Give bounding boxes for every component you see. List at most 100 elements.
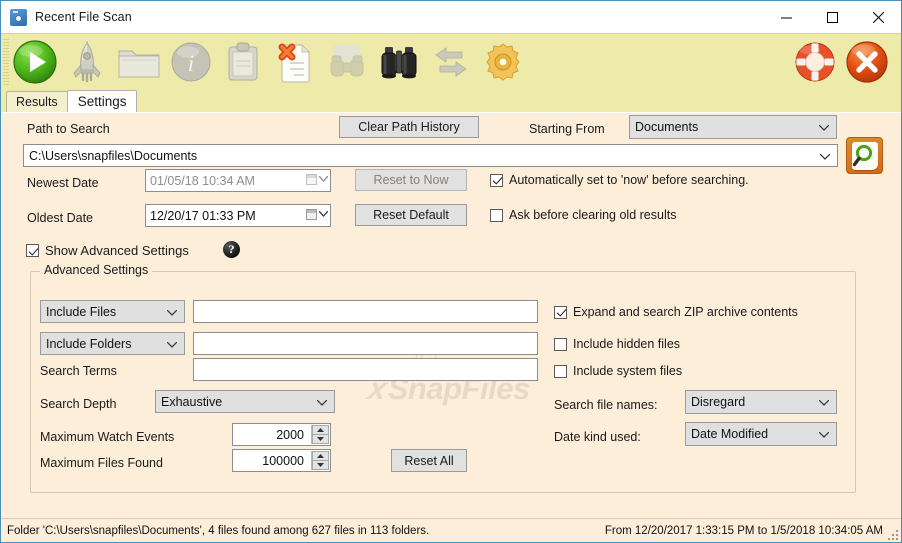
chevron-down-icon [819, 432, 829, 438]
chevron-down-icon [167, 341, 177, 348]
document-delete-icon [278, 43, 310, 83]
ask-before-clearing-checkbox[interactable]: Ask before clearing old results [490, 208, 676, 222]
close-button[interactable] [855, 1, 901, 33]
reset-all-button[interactable]: Reset All [391, 449, 467, 472]
include-folders-value: Include Folders [46, 336, 132, 351]
clear-path-history-button[interactable]: Clear Path History [339, 116, 479, 138]
auto-set-now-checkbox[interactable]: Automatically set to 'now' before search… [490, 173, 749, 187]
expand-zip-checkbox[interactable]: Expand and search ZIP archive contents [554, 305, 798, 319]
toolbar-open-folder-button[interactable] [113, 36, 165, 88]
toolbar-clipboard-button[interactable] [217, 36, 269, 88]
chevron-down-icon [317, 399, 327, 406]
oldest-date-picker[interactable] [306, 208, 328, 220]
window-title: Recent File Scan [35, 10, 132, 24]
toolbar-swap-button[interactable] [425, 36, 477, 88]
app-icon [10, 8, 27, 26]
advanced-settings-group-title: Advanced Settings [40, 263, 153, 277]
include-files-dropdown[interactable]: Include Files [40, 300, 185, 323]
starting-from-dropdown[interactable]: Documents [629, 115, 837, 139]
show-advanced-settings-checkbox[interactable]: Show Advanced Settings [26, 243, 189, 258]
clipboard-icon [228, 42, 258, 81]
settings-panel: © xSnapFiles Path to Search Clear Path H… [1, 112, 901, 518]
checkbox-box [490, 208, 503, 222]
chevron-up-icon [317, 454, 324, 458]
max-files-found-label: Maximum Files Found [40, 456, 163, 470]
toolbar-settings-button[interactable] [477, 36, 529, 88]
toolbar-watch-disabled-button[interactable] [321, 36, 373, 88]
search-terms-input[interactable] [193, 358, 538, 381]
red-x-circle-icon [846, 41, 888, 83]
include-folders-input[interactable] [193, 332, 538, 355]
svg-text:i: i [188, 51, 194, 76]
start-search-button[interactable] [846, 137, 883, 174]
checkbox-box [490, 173, 503, 187]
maximize-icon [826, 11, 838, 23]
oldest-date-field[interactable]: 12/20/17 01:33 PM [145, 204, 331, 227]
spinner-up-button[interactable] [312, 425, 329, 434]
chevron-down-icon [319, 176, 328, 182]
tab-settings[interactable]: Settings [66, 90, 138, 112]
include-files-input[interactable] [193, 300, 538, 323]
oldest-date-label: Oldest Date [27, 211, 94, 225]
toolbar-quick-launch-button[interactable] [61, 36, 113, 88]
spinner-down-button[interactable] [312, 460, 329, 470]
toolbar-info-button[interactable]: i [165, 36, 217, 88]
spinner-down-button[interactable] [312, 434, 329, 444]
toolbar-clear-results-button[interactable] [269, 36, 321, 88]
maximize-button[interactable] [809, 1, 855, 33]
spinner-buttons[interactable] [311, 425, 329, 444]
minimize-icon [780, 17, 792, 18]
max-watch-events-value: 2000 [276, 427, 304, 442]
tab-results[interactable]: Results [6, 91, 68, 112]
search-paper-bg [851, 141, 878, 170]
status-right-text: From 12/20/2017 1:33:15 PM to 1/5/2018 1… [604, 524, 883, 537]
auto-set-now-label: Automatically set to 'now' before search… [509, 173, 749, 187]
search-depth-dropdown[interactable]: Exhaustive [155, 390, 335, 413]
search-depth-label: Search Depth [40, 397, 117, 411]
starting-from-value: Documents [635, 120, 699, 134]
include-system-files-label: Include system files [573, 364, 683, 378]
chevron-down-icon [319, 211, 328, 217]
date-kind-used-dropdown[interactable]: Date Modified [685, 422, 837, 446]
search-file-names-label: Search file names: [554, 398, 658, 412]
title-bar: Recent File Scan [1, 1, 901, 33]
checkbox-box [554, 337, 567, 351]
minimize-button[interactable] [763, 1, 809, 33]
swap-arrows-icon [435, 47, 467, 77]
search-file-names-dropdown[interactable]: Disregard [685, 390, 837, 414]
info-circle-icon: i [171, 42, 211, 82]
ask-before-clearing-label: Ask before clearing old results [509, 208, 677, 222]
checkbox-box [554, 364, 567, 378]
lifebuoy-icon [795, 42, 835, 82]
checkbox-box [554, 305, 567, 319]
spinner-up-button[interactable] [312, 451, 329, 460]
newest-date-field[interactable]: 01/05/18 10:34 AM [145, 169, 331, 192]
toolbar-run-scan-button[interactable] [9, 36, 61, 88]
max-watch-events-stepper[interactable]: 2000 [232, 423, 331, 446]
max-files-found-stepper[interactable]: 100000 [232, 449, 331, 472]
path-to-search-label: Path to Search [27, 122, 110, 136]
path-to-search-input[interactable]: C:\Users\snapfiles\Documents [23, 144, 838, 167]
tab-bar: Results Settings [1, 90, 901, 112]
reset-default-button[interactable]: Reset Default [355, 204, 467, 226]
resize-grip[interactable] [886, 528, 898, 540]
reset-to-now-button[interactable]: Reset to Now [355, 169, 467, 191]
search-depth-value: Exhaustive [161, 394, 223, 409]
toolbar-help-button[interactable] [789, 36, 841, 88]
max-watch-events-label: Maximum Watch Events [40, 430, 175, 444]
include-folders-dropdown[interactable]: Include Folders [40, 332, 185, 355]
binoculars-disabled-icon [330, 45, 364, 77]
include-hidden-files-checkbox[interactable]: Include hidden files [554, 337, 680, 351]
newest-date-picker[interactable] [306, 173, 328, 185]
spinner-buttons[interactable] [311, 451, 329, 470]
help-question-button[interactable]: ? [223, 241, 240, 258]
include-system-files-checkbox[interactable]: Include system files [554, 364, 682, 378]
toolbar-watch-folder-button[interactable] [373, 36, 425, 88]
chevron-down-icon [317, 437, 324, 441]
question-mark-icon: ? [228, 242, 235, 256]
newest-date-label: Newest Date [27, 176, 99, 190]
include-files-value: Include Files [46, 304, 117, 319]
search-file-names-value: Disregard [691, 395, 746, 409]
search-terms-label: Search Terms [40, 364, 117, 378]
toolbar-exit-button[interactable] [841, 36, 893, 88]
